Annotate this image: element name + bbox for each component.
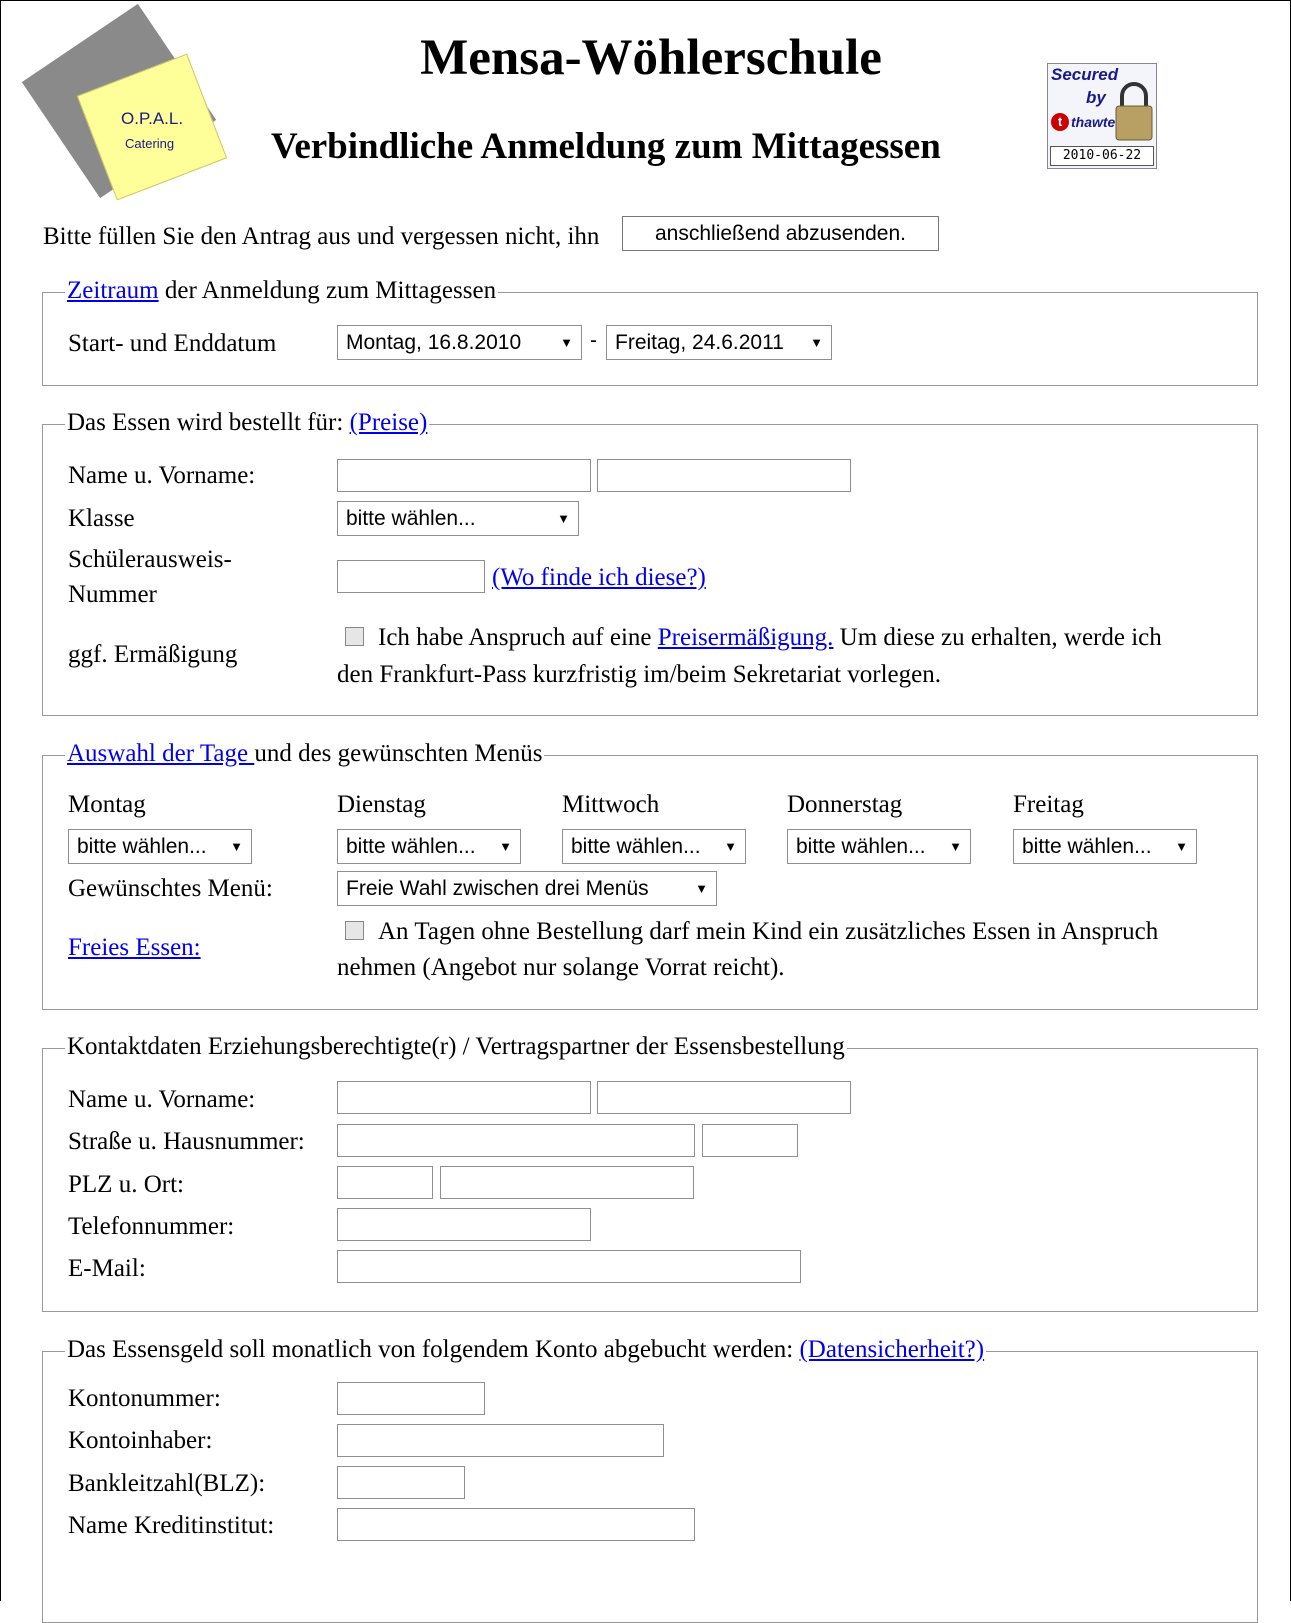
thawte-logo-icon: t: [1051, 113, 1069, 131]
free-meal-link[interactable]: Freies Essen:: [68, 934, 201, 962]
days-legend: Auswahl der Tage und des gewünschten Men…: [65, 740, 545, 768]
city-input[interactable]: [440, 1166, 694, 1199]
student-name-label: Name u. Vorname:: [68, 462, 256, 489]
prices-link[interactable]: (Preise): [350, 409, 428, 436]
thawte-seal[interactable]: Secured by t thawte 2010-06-22: [1047, 63, 1157, 169]
period-legend-text: der Anmeldung zum Mittagessen: [158, 277, 497, 304]
student-legend: Das Essen wird bestellt für: (Preise): [65, 409, 430, 437]
chevron-down-icon: ▼: [230, 839, 243, 854]
menu-select[interactable]: Freie Wahl zwischen drei Menüs ▼: [337, 871, 717, 906]
contact-lastname-input[interactable]: [337, 1081, 591, 1114]
seal-secured-text: Secured: [1051, 65, 1119, 84]
zip-input[interactable]: [337, 1166, 433, 1199]
free-meal-text-line1: An Tagen ohne Bestellung darf mein Kind …: [378, 918, 1159, 945]
chevron-down-icon: ▼: [949, 839, 962, 854]
logo-line1: O.P.A.L.: [121, 109, 184, 128]
donnerstag-select[interactable]: bitte wählen... ▼: [787, 829, 971, 864]
day-label-mittwoch: Mittwoch: [562, 791, 660, 818]
student-id-label-1: Schülerausweis-: [68, 546, 232, 573]
submit-button[interactable]: anschließend abzusenden.: [622, 216, 939, 251]
city-label: PLZ u. Ort:: [68, 1171, 184, 1198]
mittwoch-select[interactable]: bitte wählen... ▼: [562, 829, 746, 864]
holder-input[interactable]: [337, 1424, 664, 1457]
house-number-input[interactable]: [702, 1124, 798, 1157]
blz-label: Bankleitzahl(BLZ):: [68, 1470, 266, 1497]
student-lastname-input[interactable]: [337, 459, 591, 492]
blz-input[interactable]: [337, 1466, 465, 1499]
email-label: E-Mail:: [68, 1255, 146, 1282]
bank-legend-text: Das Essensgeld soll monatlich von folgen…: [67, 1336, 800, 1363]
chevron-down-icon: ▼: [499, 839, 512, 854]
seal-date: 2010-06-22: [1050, 146, 1154, 166]
padlock-icon: [1115, 82, 1153, 141]
freitag-select[interactable]: bitte wählen... ▼: [1013, 829, 1197, 864]
page-frame: O.P.A.L. Catering Mensa-Wöhlerschule Ver…: [0, 0, 1291, 1623]
period-label: Start- und Enddatum: [68, 330, 277, 357]
data-security-link[interactable]: (Datensicherheit?): [799, 1336, 984, 1363]
institute-label: Name Kreditinstitut:: [68, 1512, 275, 1539]
account-label: Kontonummer:: [68, 1385, 221, 1412]
start-date-select[interactable]: Montag, 16.8.2010 ▼: [337, 325, 582, 360]
chevron-down-icon: ▼: [557, 511, 570, 526]
end-date-select[interactable]: Freitag, 24.6.2011 ▼: [606, 325, 832, 360]
day-label-dienstag: Dienstag: [337, 791, 426, 818]
student-id-input[interactable]: [337, 560, 485, 593]
student-firstname-input[interactable]: [597, 459, 851, 492]
day-label-montag: Montag: [68, 791, 146, 818]
student-legend-text: Das Essen wird bestellt für:: [67, 409, 350, 436]
free-meal-text-line2: nehmen (Angebot nur solange Vorrat reich…: [337, 954, 785, 981]
logo-line2: Catering: [125, 136, 175, 151]
class-select[interactable]: bitte wählen... ▼: [337, 501, 579, 536]
menu-label: Gewünschtes Menü:: [68, 875, 273, 902]
chevron-down-icon: ▼: [1175, 839, 1188, 854]
contact-firstname-input[interactable]: [597, 1081, 851, 1114]
holder-label: Kontoinhaber:: [68, 1427, 213, 1454]
institute-input[interactable]: [337, 1508, 695, 1541]
free-meal-checkbox[interactable]: [345, 921, 364, 940]
discount-text-line2: den Frankfurt-Pass kurzfristig im/beim S…: [337, 661, 942, 688]
street-label: Straße u. Hausnummer:: [68, 1128, 305, 1155]
bank-legend: Das Essensgeld soll monatlich von folgen…: [65, 1336, 987, 1364]
student-id-label-2: Nummer: [68, 581, 157, 608]
page-subtitle: Verbindliche Anmeldung zum Mittagessen: [271, 126, 941, 167]
class-label: Klasse: [68, 505, 135, 532]
montag-select[interactable]: bitte wählen... ▼: [68, 829, 252, 864]
days-legend-text: und des gewünschten Menüs: [254, 740, 543, 767]
contact-name-label: Name u. Vorname:: [68, 1086, 256, 1113]
where-find-link[interactable]: (Wo finde ich diese?): [492, 564, 706, 592]
dienstag-select[interactable]: bitte wählen... ▼: [337, 829, 521, 864]
chevron-down-icon: ▼: [810, 335, 823, 350]
account-input[interactable]: [337, 1382, 485, 1415]
chevron-down-icon: ▼: [560, 335, 573, 350]
intro-text: Bitte füllen Sie den Antrag aus und verg…: [43, 223, 600, 250]
seal-by-text: by: [1086, 88, 1106, 107]
period-legend: Zeitraum der Anmeldung zum Mittagessen: [65, 277, 499, 305]
day-label-donnerstag: Donnerstag: [787, 791, 903, 818]
day-label-freitag: Freitag: [1013, 791, 1084, 818]
phone-input[interactable]: [337, 1208, 591, 1241]
discount-label: ggf. Ermäßigung: [68, 641, 238, 668]
chevron-down-icon: ▼: [724, 839, 737, 854]
seal-brand-text: thawte: [1071, 114, 1116, 130]
period-separator: -: [590, 329, 597, 352]
email-input[interactable]: [337, 1250, 801, 1283]
discount-text-line1: Ich habe Anspruch auf eine Preisermäßigu…: [378, 624, 1162, 651]
chevron-down-icon: ▼: [695, 881, 708, 896]
street-input[interactable]: [337, 1124, 695, 1157]
price-reduction-link[interactable]: Preisermäßigung.: [658, 624, 834, 651]
discount-checkbox[interactable]: [345, 627, 364, 646]
phone-label: Telefonnummer:: [68, 1213, 235, 1240]
period-link[interactable]: Zeitraum: [67, 277, 159, 304]
day-selection-link[interactable]: Auswahl der Tage: [67, 740, 254, 767]
contact-legend: Kontaktdaten Erziehungsberechtigte(r) / …: [65, 1033, 847, 1061]
